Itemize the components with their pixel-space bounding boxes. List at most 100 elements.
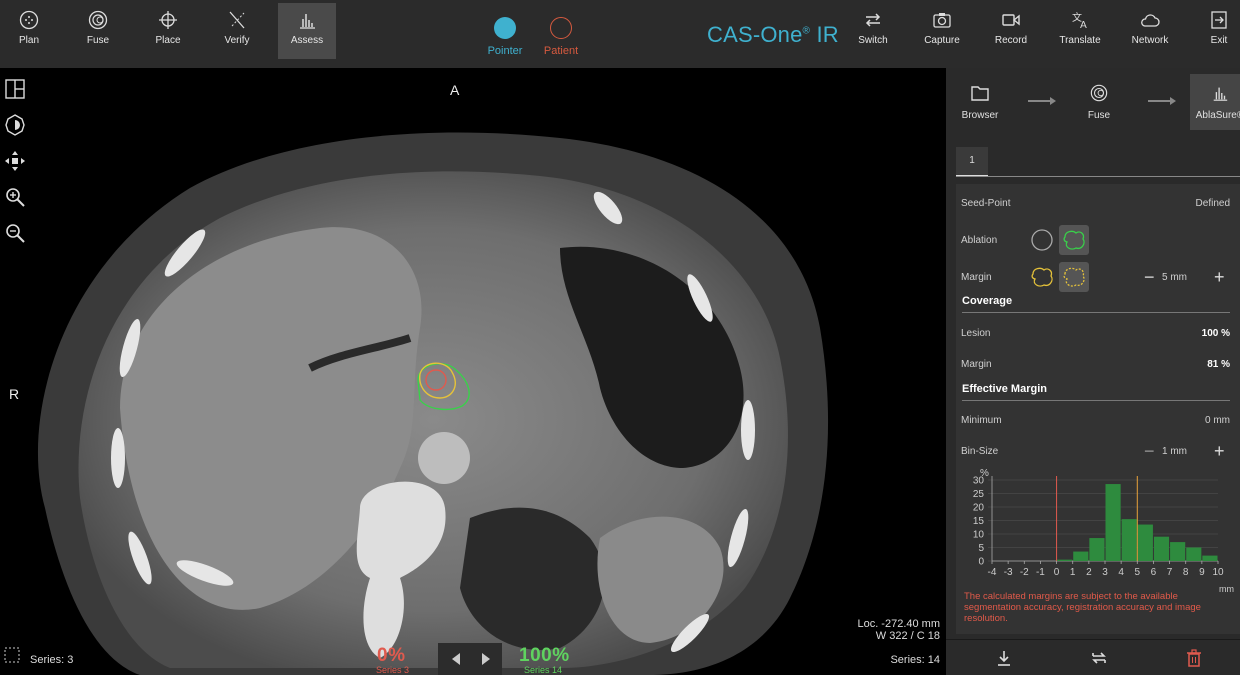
- ablation-sphere-button[interactable]: [1027, 225, 1057, 255]
- series14-percentage-label: Series 14: [524, 665, 563, 675]
- assess-button[interactable]: Assess: [278, 3, 336, 59]
- histogram-x-tick-label: 5: [1135, 567, 1141, 578]
- panel-actions: [946, 639, 1240, 675]
- fuse-label: Fuse: [86, 35, 110, 46]
- blob-green-icon: [1063, 230, 1085, 250]
- verify-icon: [229, 11, 245, 29]
- series-left-label: Series: 3: [30, 654, 74, 666]
- fuse-button[interactable]: Fuse: [69, 3, 127, 59]
- margin-dashed-button[interactable]: [1059, 262, 1089, 292]
- histogram-bar: [1057, 559, 1073, 561]
- pointer-mode-button[interactable]: Pointer: [480, 14, 530, 57]
- lesion-coverage-value: 100 %: [1201, 328, 1230, 339]
- plan-icon: [19, 10, 39, 30]
- histogram-x-tick-label: 0: [1054, 567, 1060, 578]
- histogram-x-tick-label: 8: [1183, 567, 1189, 578]
- fuse-icon: [88, 10, 108, 30]
- histogram-y-tick-label: 25: [973, 489, 985, 500]
- margin-histogram: % mm 051015202530 -4 -3 -2 -1 0 1 2 3 4 5 6 7 8 9 10: [973, 468, 1234, 594]
- bin-size-value: 1 mm: [1162, 446, 1187, 457]
- delete-icon[interactable]: [1184, 648, 1204, 668]
- ct-viewport[interactable]: A R Loc. -272.40 mm W 322 / C 18 Series:…: [0, 68, 946, 675]
- translate-button[interactable]: 文A Translate: [1051, 3, 1109, 59]
- place-icon: [159, 11, 177, 29]
- plan-label: Plan: [18, 35, 39, 46]
- ablation-segmentation-button[interactable]: [1059, 225, 1089, 255]
- circle-shape-icon: [1031, 229, 1053, 251]
- previous-arrow-icon[interactable]: [450, 652, 462, 666]
- coverage-divider: [962, 312, 1230, 313]
- browser-label: Browser: [961, 110, 999, 121]
- pan-icon[interactable]: [4, 150, 26, 172]
- svg-text:A: A: [1080, 20, 1087, 30]
- exit-button[interactable]: Exit: [1190, 3, 1240, 59]
- tab-divider: [956, 176, 1240, 177]
- ablasure-label: AblaSure®: [1195, 110, 1240, 121]
- switch-button[interactable]: Switch: [844, 3, 902, 59]
- window-level-readout: W 322 / C 18: [875, 630, 940, 642]
- histogram-x-tick-label: 1: [1070, 567, 1076, 578]
- brand-suffix: IR: [816, 22, 839, 47]
- bin-size-increase-button[interactable]: +: [1214, 442, 1225, 460]
- selection-icon[interactable]: [4, 647, 20, 663]
- histogram-x-tick-label: 2: [1086, 567, 1092, 578]
- workflow-step-browser[interactable]: Browser: [950, 74, 1010, 130]
- series3-percentage: 0%: [377, 645, 406, 666]
- translate-label: Translate: [1059, 35, 1101, 46]
- viewport-tools: [0, 70, 30, 250]
- patient-circle-icon: [550, 17, 572, 39]
- margin-decrease-button[interactable]: −: [1144, 268, 1155, 286]
- histogram-x-ticks: -4 -3 -2 -1 0 1 2 3 4 5 6 7 8 9 10: [988, 561, 1224, 578]
- histogram-y-tick-label: 30: [973, 476, 985, 487]
- assess-icon: [300, 14, 315, 29]
- histogram-x-tick-label: -1: [1036, 567, 1045, 578]
- margin-coverage-value: 81 %: [1207, 359, 1230, 370]
- place-button[interactable]: Place: [139, 3, 197, 59]
- histogram-bar: [1202, 555, 1218, 561]
- histogram-x-tick-label: 4: [1118, 567, 1124, 578]
- capture-button[interactable]: Capture: [913, 3, 971, 59]
- workflow-step-fuse[interactable]: Fuse: [1069, 74, 1129, 130]
- translate-icon: 文A: [1072, 11, 1087, 30]
- brightness-icon[interactable]: [4, 114, 26, 136]
- histogram-x-tick-label: -2: [1020, 567, 1029, 578]
- histogram-y-tick-label: 15: [973, 516, 985, 527]
- histogram-y-tick-label: 0: [978, 557, 984, 568]
- series14-percentage: 100%: [519, 645, 570, 666]
- swap-icon[interactable]: [1089, 648, 1109, 668]
- network-button[interactable]: Network: [1121, 3, 1179, 59]
- histogram-bar: [1073, 551, 1089, 561]
- workflow-arrowhead: [1170, 97, 1176, 105]
- effective-margin-heading: Effective Margin: [962, 383, 1047, 395]
- patient-mode-button[interactable]: Patient: [536, 14, 586, 57]
- ablation-label: Ablation: [961, 235, 998, 246]
- margin-shape-button[interactable]: [1027, 262, 1057, 292]
- series-right-label: Series: 14: [890, 654, 940, 666]
- verify-button[interactable]: Verify: [208, 3, 266, 59]
- workflow-step-ablasure[interactable]: AblaSure®: [1190, 74, 1240, 130]
- download-icon[interactable]: [994, 648, 1014, 668]
- histogram-bar: [1170, 542, 1186, 561]
- next-arrow-icon[interactable]: [480, 652, 492, 666]
- bin-size-decrease-button[interactable]: −: [1144, 442, 1155, 460]
- series-pager: [438, 643, 502, 675]
- zoom-in-icon[interactable]: [4, 186, 26, 208]
- bin-size-label: Bin-Size: [961, 446, 999, 457]
- effective-margin-divider: [962, 400, 1230, 401]
- blob-dashed-icon: [1063, 267, 1085, 287]
- plan-button[interactable]: Plan: [0, 3, 58, 59]
- network-label: Network: [1131, 35, 1169, 46]
- ct-scan-image: [37, 132, 829, 675]
- zoom-out-icon[interactable]: [4, 222, 26, 244]
- histogram-bar: [1153, 536, 1170, 561]
- brand-logo: CAS-One® IR: [707, 22, 839, 47]
- margin-label: Margin: [961, 272, 992, 283]
- workflow-arrow: [1028, 100, 1052, 102]
- orientation-top-label: A: [450, 82, 460, 98]
- record-button[interactable]: Record: [982, 3, 1040, 59]
- layout-icon[interactable]: [4, 78, 26, 100]
- coverage-margin-label: Margin: [961, 359, 992, 370]
- margin-increase-button[interactable]: +: [1214, 268, 1225, 286]
- assess-panel: Browser Fuse AblaSure® 1 Seed-Point Defi…: [946, 68, 1240, 639]
- tab-1[interactable]: 1: [956, 147, 988, 177]
